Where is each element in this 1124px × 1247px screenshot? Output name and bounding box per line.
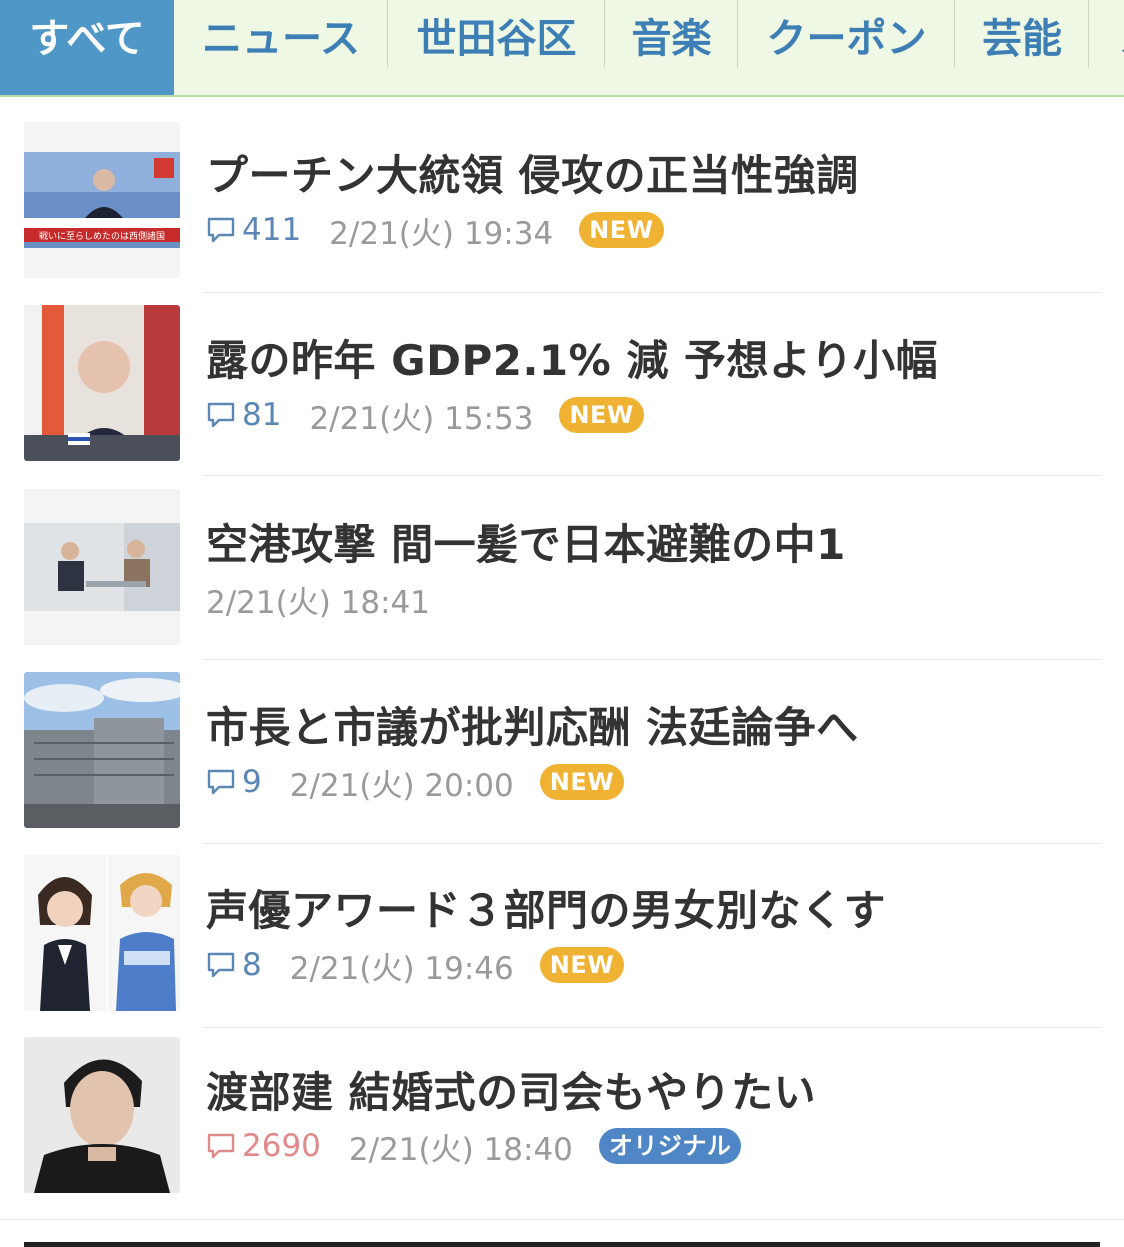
tab-label: ニュース xyxy=(202,15,360,62)
list-bottom-divider xyxy=(0,1219,1124,1220)
list-item[interactable]: 空港攻撃 間一髪で日本避難の中1 2/21(火) 18:41 xyxy=(0,465,1124,660)
tab-coupon[interactable]: クーポン xyxy=(738,0,955,95)
list-item[interactable]: 声優アワード３部門の男女別なくす 8 2/21(火) 19:46 NEW xyxy=(0,833,1124,1028)
tab-setagaya[interactable]: 世田谷区 xyxy=(388,0,605,95)
original-badge: オリジナル xyxy=(598,1128,742,1164)
article-meta: 81 2/21(火) 15:53 NEW xyxy=(206,395,644,437)
thumbnail-caption: 戦いに至らしめたのは西側諸国 xyxy=(39,230,165,242)
comment-count: 81 xyxy=(242,397,282,433)
list-item[interactable]: 戦いに至らしめたのは西側諸国 プーチン大統領 侵攻の正当性強調 411 2/21… xyxy=(0,97,1124,293)
speech-bubble-icon xyxy=(207,952,235,978)
list-item[interactable]: 露の昨年 GDP2.1% 減 予想より小幅 81 2/21(火) 15:53 N… xyxy=(0,281,1124,476)
article-thumbnail xyxy=(24,489,180,645)
comment-count: 8 xyxy=(242,947,262,983)
speech-bubble-icon xyxy=(207,402,235,428)
comment-count: 9 xyxy=(242,764,262,800)
speech-bubble-icon xyxy=(207,769,235,795)
article-title: 渡部建 結婚式の司会もやりたい xyxy=(206,1068,817,1117)
article-title: 空港攻撃 間一髪で日本避難の中1 xyxy=(206,520,846,569)
speech-bubble-icon xyxy=(207,1133,235,1159)
tab-entertainment[interactable]: 芸能 xyxy=(955,0,1089,95)
article-thumbnail: 戦いに至らしめたのは西側諸国 xyxy=(24,122,180,278)
article-thumbnail xyxy=(24,305,180,461)
list-item[interactable]: 市長と市議が批判応酬 法廷論争へ 9 2/21(火) 20:00 NEW xyxy=(0,649,1124,844)
tab-news[interactable]: ニュース xyxy=(174,0,388,95)
new-badge: NEW xyxy=(539,764,625,800)
article-title: 市長と市議が批判応酬 法廷論争へ xyxy=(206,703,859,752)
article-title: 露の昨年 GDP2.1% 減 予想より小幅 xyxy=(206,336,939,385)
tab-label: 芸能 xyxy=(982,15,1062,62)
article-meta: 2/21(火) 18:41 xyxy=(206,579,456,621)
tab-label: 世田谷区 xyxy=(416,15,577,62)
article-date: 2/21(火) 19:46 xyxy=(289,950,514,987)
article-meta: 9 2/21(火) 20:00 NEW xyxy=(206,762,625,804)
tab-label: 音楽 xyxy=(631,15,712,62)
speech-bubble-icon xyxy=(207,217,235,243)
list-item[interactable]: 渡部建 結婚式の司会もやりたい 2690 2/21(火) 18:40 オリジナル xyxy=(0,1017,1124,1201)
new-badge: NEW xyxy=(579,212,664,248)
article-meta: 411 2/21(火) 19:34 NEW xyxy=(206,210,664,252)
comment-count: 411 xyxy=(242,212,302,248)
category-tab-bar: すべて ニュース 世田谷区 音楽 クーポン 芸能 ス xyxy=(0,0,1124,97)
tab-label: すべて xyxy=(29,15,145,62)
tab-all[interactable]: すべて xyxy=(0,0,174,95)
article-date: 2/21(火) 18:41 xyxy=(206,584,430,621)
article-date: 2/21(火) 20:00 xyxy=(289,767,514,804)
tab-label: ス xyxy=(1119,6,1124,64)
tab-sports[interactable]: ス xyxy=(1089,0,1124,95)
new-badge: NEW xyxy=(559,397,644,433)
article-title: 声優アワード３部門の男女別なくす xyxy=(206,886,887,935)
next-item-edge xyxy=(24,1242,1100,1247)
article-thumbnail xyxy=(24,855,180,1011)
article-meta: 2690 2/21(火) 18:40 オリジナル xyxy=(206,1126,742,1168)
article-title: プーチン大統領 侵攻の正当性強調 xyxy=(206,151,859,200)
new-badge: NEW xyxy=(539,947,625,983)
article-date: 2/21(火) 18:40 xyxy=(348,1131,573,1168)
comment-count: 2690 xyxy=(242,1128,321,1164)
article-date: 2/21(火) 15:53 xyxy=(309,400,534,437)
article-date: 2/21(火) 19:34 xyxy=(329,215,554,252)
tab-label: クーポン xyxy=(766,15,927,62)
article-meta: 8 2/21(火) 19:46 NEW xyxy=(206,945,625,987)
article-thumbnail xyxy=(24,1037,180,1193)
article-thumbnail xyxy=(24,672,180,828)
tab-music[interactable]: 音楽 xyxy=(605,0,738,95)
